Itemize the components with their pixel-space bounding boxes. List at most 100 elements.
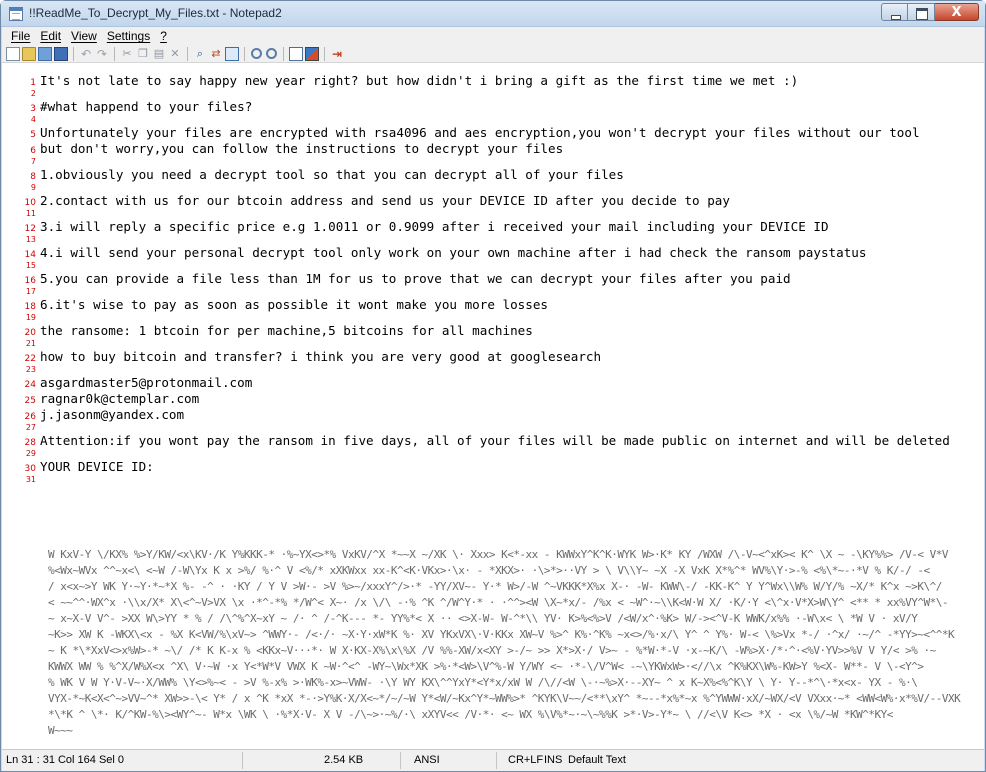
toolbar-separator [244,46,245,61]
find-icon[interactable]: ⌕ [193,47,207,61]
toolbar-separator [73,46,74,61]
line-number: 4 [30,115,36,124]
minimize-button[interactable] [881,3,908,21]
editor-line[interactable]: 18 6.it's wise to pay as soon as possible… [2,297,984,313]
status-divider [242,752,243,769]
status-divider [496,752,497,769]
toolbar-separator [283,46,284,61]
editor-line[interactable]: 3 #what happend to your files? [2,99,984,115]
open-icon[interactable] [22,46,36,61]
status-file-size: 2.54 KB [324,754,364,766]
exit-icon[interactable]: ⇥ [330,47,344,61]
line-number: 17 [25,287,36,296]
editor-line[interactable]: 13 [2,235,984,245]
maximize-button[interactable] [908,3,935,21]
zoom-in-icon[interactable] [251,48,262,59]
window-controls: X [881,3,979,21]
line-text: 5.you can provide a file less than 1M fo… [40,271,791,286]
editor-line[interactable]: 23 [2,365,984,375]
line-text: 2.contact with us for our btcoin address… [40,193,730,208]
copy-icon[interactable]: ❐ [136,47,150,61]
menu-edit[interactable]: Edit [35,29,66,43]
line-text: Attention:if you wont pay the ransom in … [40,433,950,448]
editor-line[interactable]: 19 [2,313,984,323]
status-line-ending[interactable]: CR+LF [508,754,543,766]
editor-line[interactable]: 1 It's not late to say happy new year rig… [2,73,984,89]
line-number: 9 [30,183,36,192]
status-insert-mode[interactable]: INS [544,754,562,766]
editor-line[interactable]: 31 [2,475,984,485]
editor-line[interactable]: 7 [2,157,984,167]
redo-icon[interactable]: ↷ [95,47,109,61]
replace-icon[interactable]: ⇄ [209,47,223,61]
editor-line[interactable]: 5 Unfortunately your files are encrypted … [2,125,984,141]
browse-icon[interactable] [38,46,52,61]
line-text: but don't worry,you can follow the instr… [40,141,564,156]
editor-lines: 1 It's not late to say happy new year rig… [2,73,984,485]
editor-line[interactable]: 24 asgardmaster5@protonmail.com [2,375,984,391]
menu-help[interactable]: ? [155,29,172,43]
menu-settings[interactable]: Settings [102,29,155,43]
goto-icon[interactable] [225,46,239,61]
editor-line[interactable]: 12 3.i will reply a specific price e.g 1.… [2,219,984,235]
line-text: YOUR DEVICE ID: [40,459,154,474]
toolbar-separator [324,46,325,61]
line-number: 11 [25,209,36,218]
editor-line[interactable]: 14 4.i will send your personal decrypt to… [2,245,984,261]
line-text: It's not late to say happy new year righ… [40,73,799,88]
editor-line[interactable]: 15 [2,261,984,271]
notepad-app-icon[interactable] [9,7,23,21]
toolbar-separator [187,46,188,61]
scrambled-line: ~ x~X-V V^- >XX W\>YY * % / /\^%^X~xY ~ … [48,612,918,625]
editor-line[interactable]: 20 the ransome: 1 btcoin for per machine,… [2,323,984,339]
zoom-out-icon[interactable] [266,48,277,59]
notepad2-window: !!ReadMe_To_Decrypt_My_Files.txt - Notep… [0,0,986,772]
editor-line[interactable]: 16 5.you can provide a file less than 1M … [2,271,984,287]
save-icon[interactable] [54,46,68,61]
word-wrap-icon[interactable] [289,46,303,61]
line-number: 13 [25,235,36,244]
editor-line[interactable]: 11 [2,209,984,219]
new-icon[interactable] [6,46,20,61]
status-position: Ln 31 : 31 Col 164 Sel 0 [6,754,125,766]
title-bar[interactable]: !!ReadMe_To_Decrypt_My_Files.txt - Notep… [1,1,985,27]
paste-icon[interactable]: ▤ [152,47,166,61]
line-number: 31 [25,475,36,484]
clear-icon[interactable]: ✕ [168,47,182,61]
editor-line[interactable]: 17 [2,287,984,297]
status-scheme[interactable]: Default Text [568,754,626,766]
editor-line[interactable]: 6 but don't worry,you can follow the inst… [2,141,984,157]
line-number: 19 [25,313,36,322]
close-button[interactable]: X [935,3,979,21]
editor-line[interactable]: 10 2.contact with us for our btcoin addre… [2,193,984,209]
editor-line[interactable]: 9 [2,183,984,193]
editor-line[interactable]: 30 YOUR DEVICE ID: [2,459,984,475]
toolbar-separator [114,46,115,61]
window-title: !!ReadMe_To_Decrypt_My_Files.txt - Notep… [29,6,282,20]
text-editor[interactable]: 1 It's not late to say happy new year rig… [2,63,984,749]
line-number: 23 [25,365,36,374]
editor-line[interactable]: 29 [2,449,984,459]
scrambled-line: KWWX WW % %^X/W%X<x ^X\ V·~W ·x Y<*W*V V… [48,660,924,673]
editor-line[interactable]: 26 j.jasonm@yandex.com [2,407,984,423]
status-encoding[interactable]: ANSI [414,754,440,766]
scrambled-line: VYX-*~K<X<^~>VV~^* XW>>-\< Y* / x ^K *xX… [48,692,961,705]
cut-icon[interactable]: ✂ [120,47,134,61]
editor-line[interactable]: 21 [2,339,984,349]
menu-view[interactable]: View [66,29,102,43]
scheme-icon[interactable] [305,46,319,61]
editor-line[interactable]: 2 [2,89,984,99]
editor-line[interactable]: 22 how to buy bitcoin and transfer? i thi… [2,349,984,365]
scrambled-line: < ~~^^·WX^x ·\\x/X* X\<^~V>VX \x ·*^-*% … [48,596,949,609]
line-text: asgardmaster5@protonmail.com [40,375,253,390]
status-bar: Ln 31 : 31 Col 164 Sel 0 2.54 KB ANSI CR… [2,749,984,771]
undo-icon[interactable]: ↶ [79,47,93,61]
line-number: 15 [25,261,36,270]
scrambled-line: %<Wx~WVx ^^~x<\ <~W /-W\Yx K x >%/ %·^ V… [48,564,930,577]
editor-line[interactable]: 8 1.obviously you need a decrypt tool so … [2,167,984,183]
editor-line[interactable]: 4 [2,115,984,125]
menu-file[interactable]: File [6,29,35,43]
editor-line[interactable]: 27 [2,423,984,433]
editor-line[interactable]: 25 ragnar0k@ctemplar.com [2,391,984,407]
editor-line[interactable]: 28 Attention:if you wont pay the ransom i… [2,433,984,449]
